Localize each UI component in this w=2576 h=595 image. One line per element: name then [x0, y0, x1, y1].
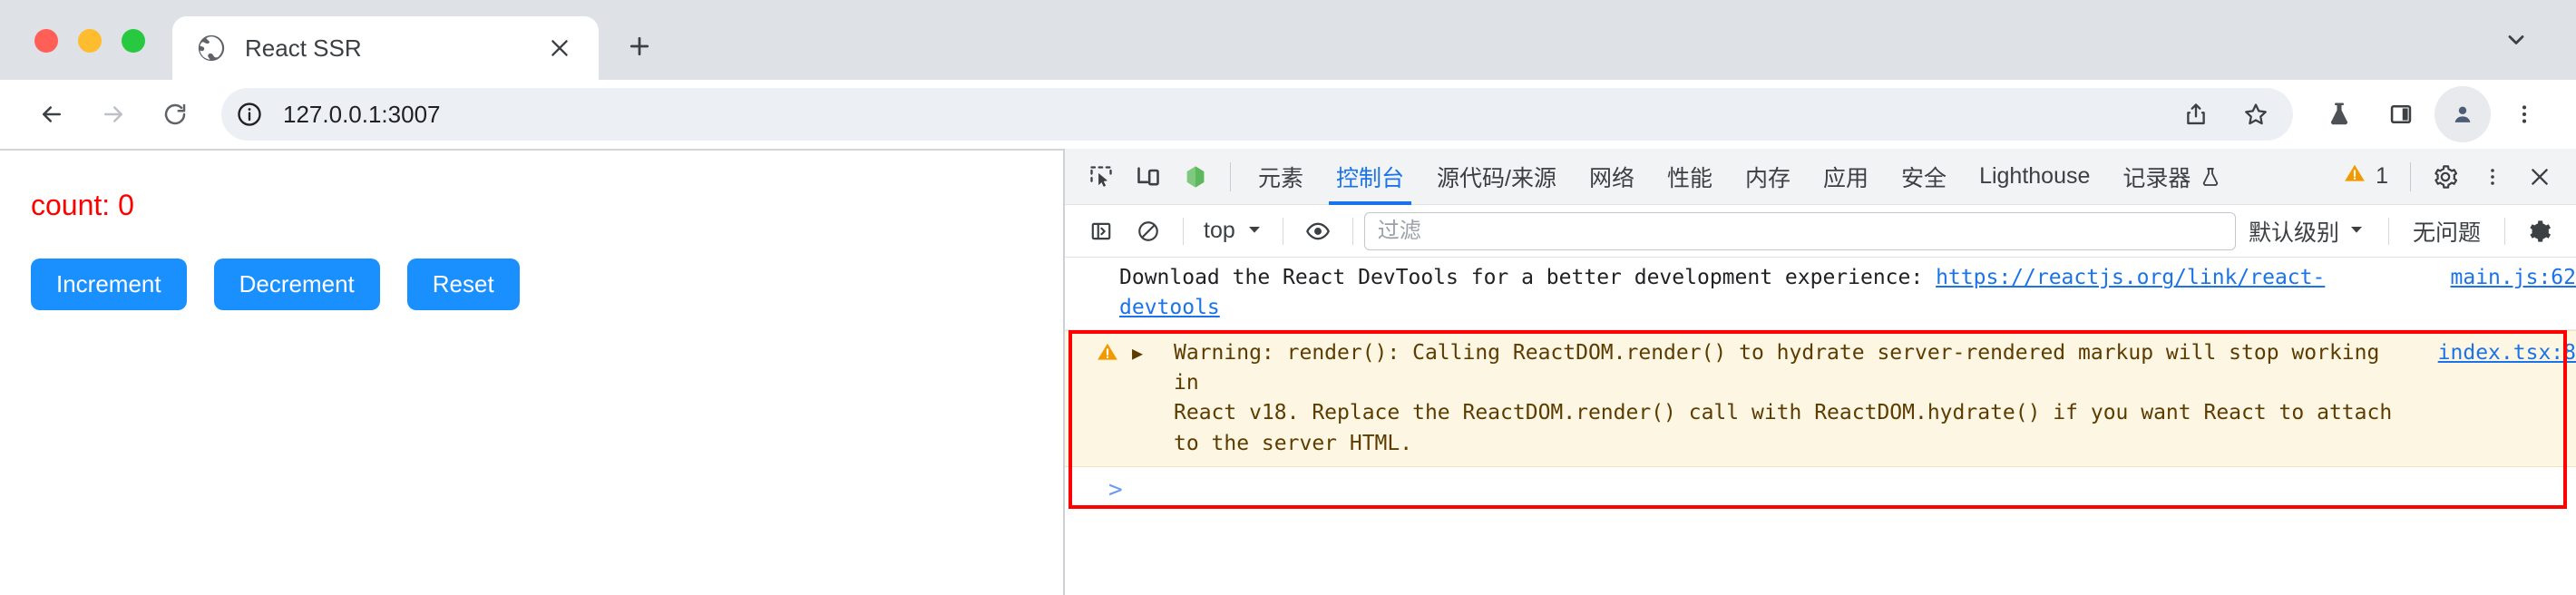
toolbar-divider — [1183, 217, 1184, 245]
toolbar-divider — [1230, 161, 1231, 191]
minimize-window-button[interactable] — [78, 29, 102, 53]
url-text[interactable]: 127.0.0.1:3007 — [283, 101, 2155, 129]
page-viewport: count: 0 Increment Decrement Reset — [0, 149, 1063, 595]
omnibox-actions — [2168, 86, 2284, 142]
tab-network[interactable]: 网络 — [1573, 149, 1651, 205]
info-circle-icon[interactable] — [229, 93, 270, 135]
increment-button[interactable]: Increment — [31, 258, 187, 310]
window-controls — [0, 29, 172, 80]
toolbar-divider — [2504, 217, 2505, 245]
highlight-region: ▶ Warning: render(): Calling ReactDOM.re… — [1065, 329, 2576, 512]
close-icon[interactable] — [544, 33, 575, 63]
tab-title: React SSR — [245, 34, 362, 62]
tab-recorder[interactable]: 记录器 — [2106, 149, 2238, 205]
tab-lighthouse[interactable]: Lighthouse — [1963, 149, 2106, 205]
console-message-info[interactable]: Download the React DevTools for a better… — [1065, 258, 2576, 330]
warning-triangle-icon — [1096, 340, 1123, 373]
node-hexagon-icon[interactable] — [1172, 153, 1219, 200]
gear-icon[interactable] — [2422, 153, 2469, 200]
content-split: count: 0 Increment Decrement Reset 元素 控制… — [0, 149, 2576, 595]
person-icon[interactable] — [2435, 86, 2491, 142]
close-icon[interactable] — [2516, 153, 2563, 200]
gear-icon[interactable] — [2516, 208, 2563, 255]
log-level-value: 默认级别 — [2248, 219, 2339, 246]
kebab-menu-icon[interactable] — [2496, 86, 2552, 142]
prompt-caret-icon: > — [1108, 476, 1123, 504]
kebab-menu-icon[interactable] — [2469, 153, 2516, 200]
log-level-dropdown[interactable]: 默认级别 — [2236, 215, 2377, 248]
console-prompt[interactable]: > — [1065, 467, 2576, 512]
warning-count: 1 — [2376, 163, 2388, 189]
arrow-right-icon[interactable] — [85, 86, 141, 142]
message-source-link[interactable]: index.tsx:8 — [2411, 338, 2576, 368]
live-expression-eye-icon[interactable] — [1294, 208, 1342, 255]
counter-buttons: Increment Decrement Reset — [31, 258, 1032, 310]
console-sidebar-icon[interactable] — [1078, 208, 1125, 255]
message-source-link[interactable]: main.js:62 — [2424, 263, 2576, 293]
console-toolbar: top 默认级别 无问题 — [1065, 205, 2576, 258]
tab-console[interactable]: 控制台 — [1320, 149, 1420, 205]
warning-line-2: React v18. Replace the ReactDOM.render()… — [1174, 401, 2393, 455]
caret-down-icon — [1246, 218, 1263, 244]
flask-icon[interactable] — [2311, 86, 2367, 142]
reload-icon[interactable] — [147, 86, 203, 142]
tab-strip: React SSR — [0, 0, 2576, 80]
device-toolbar-icon[interactable] — [1125, 153, 1172, 200]
share-icon[interactable] — [2168, 86, 2224, 142]
message-body: Download the React DevTools for a better… — [1119, 266, 1937, 289]
side-panel-icon[interactable] — [2373, 86, 2429, 142]
star-icon[interactable] — [2228, 86, 2284, 142]
globe-icon — [196, 33, 227, 63]
count-display: count: 0 — [31, 189, 134, 221]
console-message-text: Download the React DevTools for a better… — [1096, 263, 2424, 324]
devtools-panel: 元素 控制台 源代码/来源 网络 性能 内存 应用 安全 Lighthouse … — [1063, 149, 2576, 595]
maximize-window-button[interactable] — [122, 29, 145, 53]
toolbar-divider — [2410, 161, 2411, 191]
inspect-element-icon[interactable] — [1078, 153, 1125, 200]
close-window-button[interactable] — [34, 29, 58, 53]
address-bar[interactable]: 127.0.0.1:3007 — [221, 88, 2293, 141]
execution-context-value: top — [1204, 218, 1235, 243]
tab-security[interactable]: 安全 — [1885, 149, 1963, 205]
tab-elements[interactable]: 元素 — [1242, 149, 1320, 205]
console-message-text: Warning: render(): Calling ReactDOM.rend… — [1150, 338, 2411, 459]
execution-context-dropdown[interactable]: top — [1195, 218, 1272, 244]
tab-performance[interactable]: 性能 — [1651, 149, 1729, 205]
clear-console-icon[interactable] — [1125, 208, 1172, 255]
caret-down-icon — [2348, 218, 2365, 244]
toolbar-divider — [1351, 217, 1353, 245]
arrow-left-icon[interactable] — [24, 86, 80, 142]
console-filter-input[interactable] — [1363, 211, 2236, 250]
devtools-tab-bar: 元素 控制台 源代码/来源 网络 性能 内存 应用 安全 Lighthouse … — [1065, 149, 2576, 205]
status-badge[interactable]: 1 — [2332, 161, 2399, 191]
toolbar-divider — [2387, 217, 2389, 245]
flask-icon — [2200, 166, 2221, 188]
browser-window: React SSR 127.0.0.1:3007 count: 0 Increm… — [0, 0, 2576, 595]
expand-toggle-icon[interactable]: ▶ — [1132, 340, 1150, 366]
tab-application[interactable]: 应用 — [1807, 149, 1885, 205]
tab-recorder-label: 记录器 — [2122, 165, 2191, 191]
reset-button[interactable]: Reset — [406, 258, 520, 310]
tab-memory[interactable]: 内存 — [1729, 149, 1807, 205]
new-tab-button[interactable] — [613, 20, 666, 73]
warning-triangle-icon — [2343, 161, 2366, 191]
warning-line-1: Warning: render(): Calling ReactDOM.rend… — [1174, 340, 2380, 395]
console-message-warning[interactable]: ▶ Warning: render(): Calling ReactDOM.re… — [1065, 329, 2576, 468]
console-messages: Download the React DevTools for a better… — [1065, 258, 2576, 595]
decrement-button[interactable]: Decrement — [213, 258, 380, 310]
browser-tab[interactable]: React SSR — [172, 16, 599, 80]
tab-sources[interactable]: 源代码/来源 — [1420, 149, 1573, 205]
chevron-down-icon[interactable] — [2496, 20, 2536, 60]
browser-toolbar: 127.0.0.1:3007 — [0, 80, 2576, 149]
issues-status[interactable]: 无问题 — [2400, 215, 2493, 248]
